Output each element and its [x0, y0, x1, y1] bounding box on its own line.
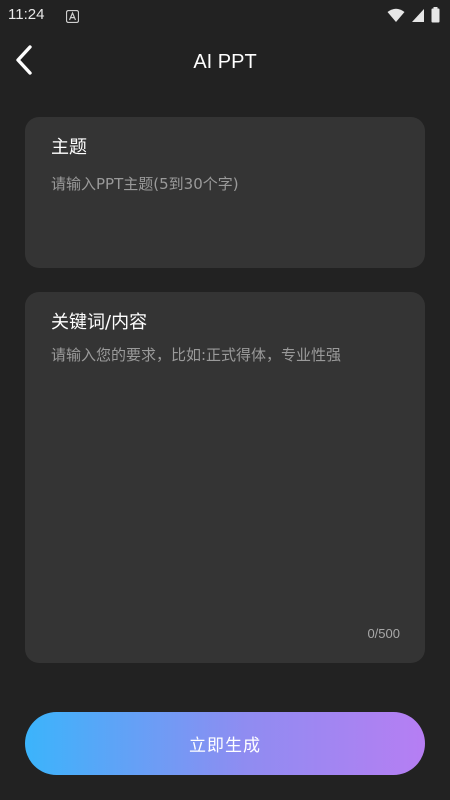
- status-icons: [381, 7, 440, 23]
- back-button[interactable]: [6, 40, 42, 84]
- cellular-signal-icon: [405, 8, 425, 23]
- battery-icon: [425, 7, 440, 23]
- topic-label: 主题: [51, 137, 87, 158]
- wifi-icon: [381, 8, 405, 23]
- keywords-card: 关键词/内容 0/500: [25, 292, 425, 663]
- chevron-left-icon: [13, 44, 35, 80]
- topic-card: 主题: [25, 117, 425, 268]
- keywords-input[interactable]: [51, 344, 401, 624]
- generate-button[interactable]: 立即生成: [25, 712, 425, 775]
- nav-bar: AI PPT: [0, 32, 450, 92]
- status-bar: 11:24: [0, 0, 450, 32]
- notification-a-icon: [65, 8, 80, 24]
- topic-input[interactable]: [51, 172, 401, 196]
- page-title: AI PPT: [193, 51, 257, 73]
- char-counter: 0/500: [367, 626, 400, 641]
- keywords-label: 关键词/内容: [51, 312, 148, 333]
- status-time: 11:24: [8, 6, 45, 23]
